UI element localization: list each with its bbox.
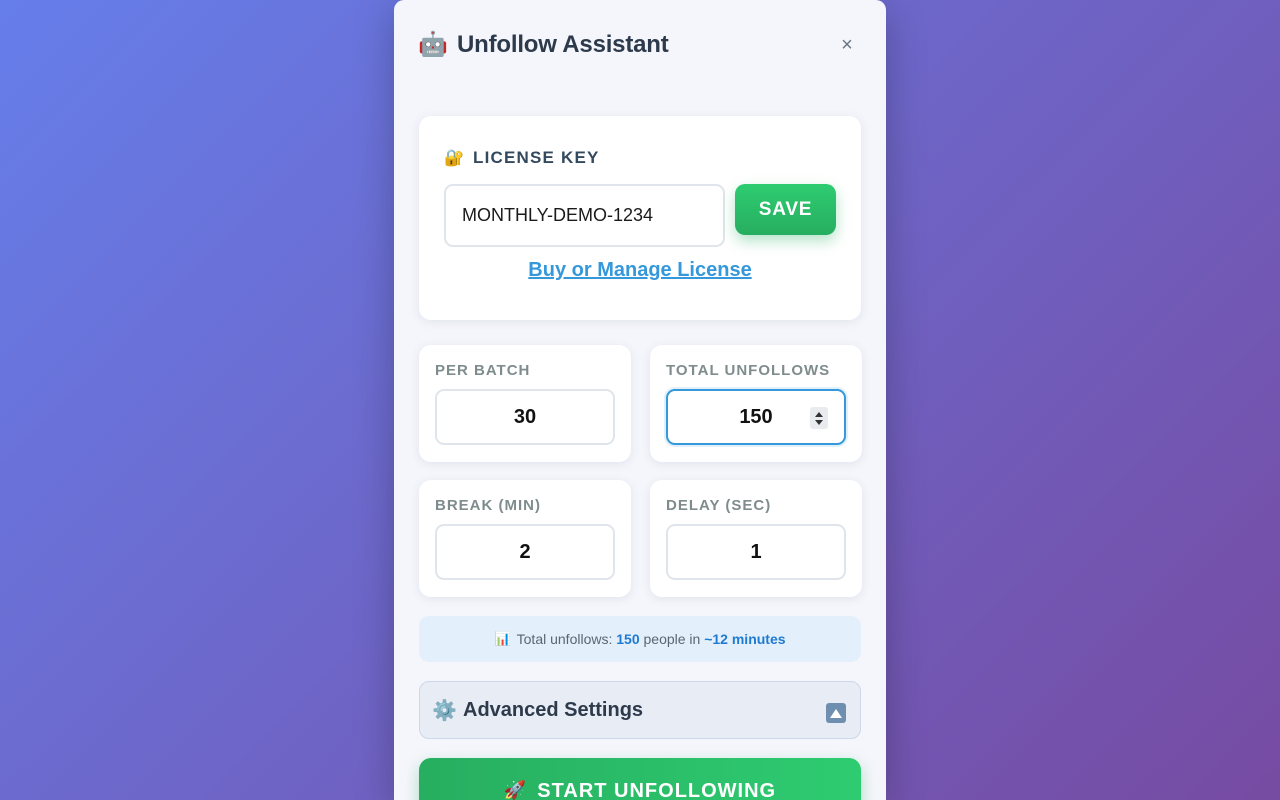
summary-count: 150 xyxy=(616,631,640,647)
gear-icon: ⚙️ xyxy=(432,699,457,722)
close-icon[interactable]: × xyxy=(832,28,862,62)
license-key-input[interactable] xyxy=(444,184,725,247)
bar-chart-icon: 📊 xyxy=(494,631,511,646)
lock-icon: 🔐 xyxy=(444,150,464,167)
delay-sec-input[interactable]: 1 xyxy=(666,524,846,580)
total-unfollows-input[interactable]: 150 xyxy=(666,389,846,445)
number-spinner[interactable] xyxy=(810,407,828,429)
per-batch-card: PER BATCH 30 xyxy=(419,345,631,462)
unfollow-assistant-panel: 🤖 Unfollow Assistant × 🔐 LICENSE KEY SAV… xyxy=(394,0,886,800)
delay-sec-card: DELAY (SEC) 1 xyxy=(650,480,862,597)
break-min-card: BREAK (MIN) 2 xyxy=(419,480,631,597)
save-button[interactable]: SAVE xyxy=(735,184,836,235)
total-unfollows-value: 150 xyxy=(739,405,773,428)
summary-duration: ~12 minutes xyxy=(704,631,786,647)
license-label: 🔐 LICENSE KEY xyxy=(444,148,600,168)
delay-sec-label: DELAY (SEC) xyxy=(666,497,772,514)
summary-middle: people in xyxy=(639,631,705,647)
summary-prefix: Total unfollows: xyxy=(516,631,617,647)
per-batch-input[interactable]: 30 xyxy=(435,389,615,445)
chevron-up-icon[interactable] xyxy=(826,703,846,723)
start-unfollowing-label: START UNFOLLOWING xyxy=(537,780,777,800)
summary-banner: 📊 Total unfollows: 150 people in ~12 min… xyxy=(419,616,861,662)
spinner-down-icon[interactable] xyxy=(815,419,823,425)
break-min-input[interactable]: 2 xyxy=(435,524,615,580)
panel-title: Unfollow Assistant xyxy=(457,31,669,58)
license-label-text: LICENSE KEY xyxy=(473,148,600,167)
advanced-settings-title: Advanced Settings xyxy=(463,698,644,721)
buy-manage-license-link[interactable]: Buy or Manage License xyxy=(419,259,861,282)
per-batch-label: PER BATCH xyxy=(435,362,531,379)
total-unfollows-card: TOTAL UNFOLLOWS 150 xyxy=(650,345,862,462)
total-unfollows-label: TOTAL UNFOLLOWS xyxy=(666,362,831,379)
advanced-settings-toggle[interactable]: ⚙️ Advanced Settings xyxy=(419,681,861,739)
break-min-label: BREAK (MIN) xyxy=(435,497,541,514)
spinner-up-icon[interactable] xyxy=(815,411,823,417)
rocket-icon: 🚀 xyxy=(503,780,528,800)
robot-icon: 🤖 xyxy=(418,31,448,58)
panel-header: 🤖 Unfollow Assistant × xyxy=(418,28,862,62)
start-unfollowing-button[interactable]: 🚀 START UNFOLLOWING xyxy=(419,758,861,800)
license-card: 🔐 LICENSE KEY SAVE Buy or Manage License xyxy=(419,116,861,320)
